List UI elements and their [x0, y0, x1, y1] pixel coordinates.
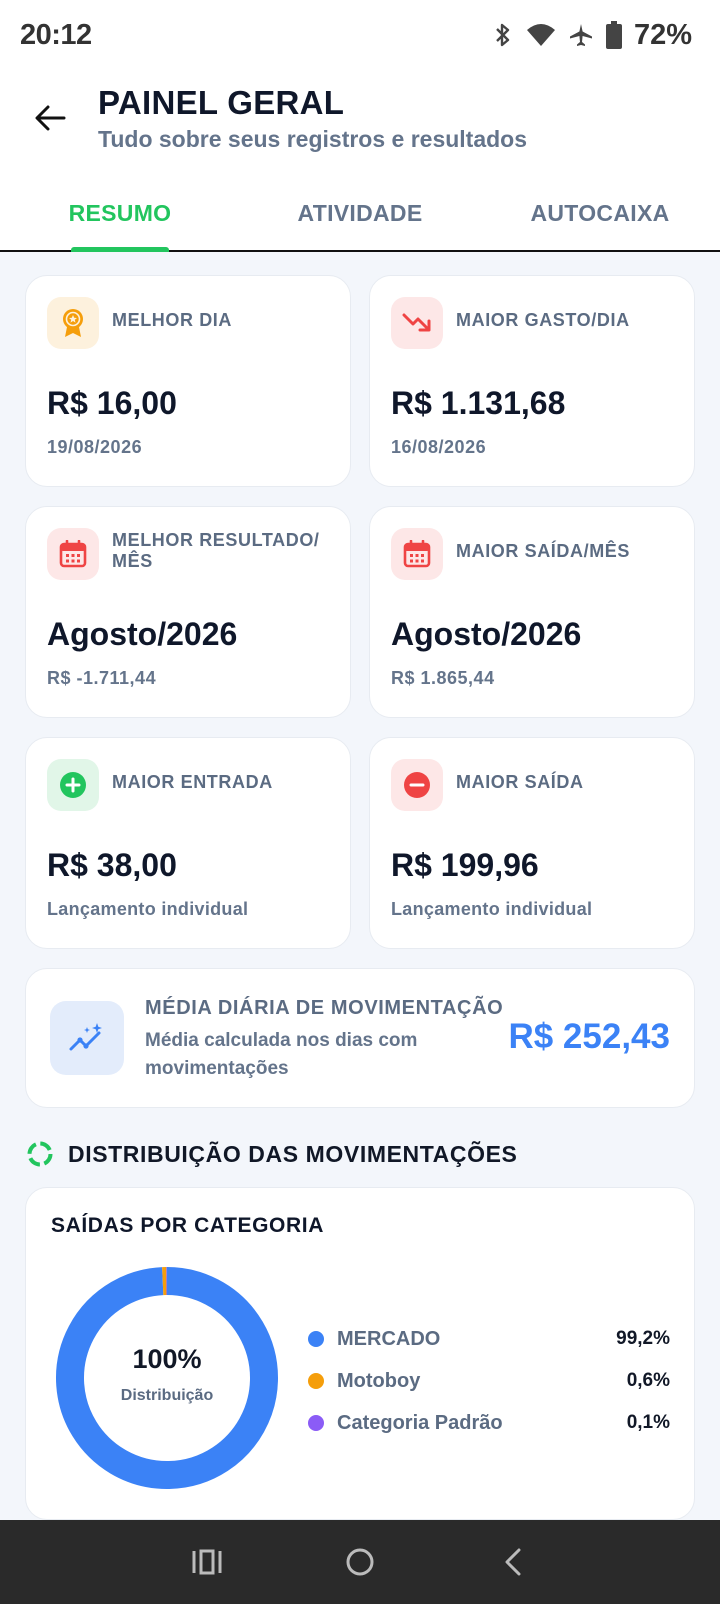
legend-item-categoria-padrao[interactable]: Categoria Padrão 0,1%	[306, 1402, 670, 1444]
stat-label: MAIOR GASTO/DIA	[456, 310, 630, 330]
stat-label: MAIOR SAÍDA	[456, 772, 584, 792]
distribution-card-title: SAÍDAS POR CATEGORIA	[51, 1214, 324, 1237]
calendar-icon	[403, 540, 431, 568]
stat-value: Agosto/2026	[391, 616, 582, 652]
stat-icon-box	[391, 528, 443, 580]
page-title: PAINEL GERAL	[98, 84, 345, 121]
home-button[interactable]	[330, 1532, 390, 1592]
legend-label: Motoboy	[337, 1369, 421, 1392]
legend-value: 0,1%	[626, 1412, 670, 1433]
chart-sparkle-icon	[69, 1023, 102, 1051]
stat-card-biggest-outflow-month[interactable]: MAIOR SAÍDA/MÊS Agosto/2026 R$ 1.865,44	[369, 506, 695, 718]
legend-item-mercado[interactable]: MERCADO 99,2%	[306, 1318, 670, 1360]
stat-value: R$ 16,00	[47, 385, 177, 421]
distribution-section-header: DISTRIBUIÇÃO DAS MOVIMENTAÇÕES	[26, 1140, 517, 1168]
stat-label: MAIOR SAÍDA/MÊS	[456, 541, 631, 561]
legend-label: MERCADO	[337, 1327, 441, 1350]
stat-date: 16/08/2026	[391, 437, 487, 457]
stat-card-biggest-expense-day[interactable]: MAIOR GASTO/DIA R$ 1.131,68 16/08/2026	[369, 275, 695, 487]
stat-icon-box	[391, 759, 443, 811]
stat-icon-box	[47, 759, 99, 811]
stat-icon-box	[47, 528, 99, 580]
legend-dot	[308, 1331, 324, 1347]
stat-label: MELHOR DIA	[112, 310, 232, 330]
minus-circle-icon	[404, 772, 430, 798]
plus-circle-icon	[60, 772, 86, 798]
stat-amount: R$ 1.865,44	[391, 668, 495, 688]
status-bar: 20:12 72%	[0, 0, 720, 70]
stat-date: 19/08/2026	[47, 437, 143, 457]
page-subtitle: Tudo sobre seus registros e resultados	[98, 126, 528, 152]
stat-label: MELHOR RESULTADO/ MÊS	[112, 530, 320, 571]
stat-card-best-month[interactable]: MELHOR RESULTADO/ MÊS Agosto/2026 R$ -1.…	[25, 506, 351, 718]
calendar-icon	[59, 540, 87, 568]
stat-card-biggest-income[interactable]: MAIOR ENTRADA R$ 38,00 Lançamento indivi…	[25, 737, 351, 949]
tab-bar: RESUMO ATIVIDADE AUTOCAIXA	[0, 176, 720, 252]
app-header: PAINEL GERAL Tudo sobre seus registros e…	[0, 70, 720, 176]
tab-indicator	[71, 247, 169, 252]
donut-center-caption: Distribuição	[120, 1386, 214, 1404]
legend-dot	[308, 1415, 324, 1431]
donut-center: 100% Distribuição	[54, 1265, 280, 1491]
trending-down-icon	[402, 313, 431, 332]
section-title: DISTRIBUIÇÃO DAS MOVIMENTAÇÕES	[68, 1140, 518, 1167]
average-title: MÉDIA DIÁRIA DE MOVIMENTAÇÃO	[145, 997, 504, 1019]
status-time: 20:12	[20, 18, 92, 51]
daily-average-card[interactable]: MÉDIA DIÁRIA DE MOVIMENTAÇÃO Média calcu…	[25, 968, 695, 1108]
tab-autocaixa[interactable]: AUTOCAIXA	[480, 176, 720, 250]
stat-amount: R$ -1.711,44	[47, 668, 157, 688]
stat-value: R$ 38,00	[47, 847, 177, 883]
average-icon-box	[50, 1001, 124, 1075]
legend-value: 0,6%	[626, 1370, 670, 1391]
stat-note: Lançamento individual	[47, 899, 249, 919]
stat-label: MAIOR ENTRADA	[112, 772, 273, 792]
legend-dot	[308, 1373, 324, 1389]
stat-card-biggest-outflow[interactable]: MAIOR SAÍDA R$ 199,96 Lançamento individ…	[369, 737, 695, 949]
average-description: Média calculada nos dias com movimentaçõ…	[145, 1030, 418, 1079]
airplane-icon	[569, 24, 592, 46]
stat-value: Agosto/2026	[47, 616, 238, 652]
category-distribution-card: SAÍDAS POR CATEGORIA 100% Distribuição M…	[25, 1187, 695, 1520]
recent-apps-button[interactable]	[177, 1532, 237, 1592]
legend-value: 99,2%	[616, 1328, 670, 1349]
bluetooth-icon	[496, 23, 510, 47]
recent-apps-icon	[192, 1549, 222, 1575]
stat-icon-box	[47, 297, 99, 349]
system-nav-bar	[0, 1520, 720, 1604]
battery-icon	[605, 21, 622, 49]
back-icon	[505, 1548, 521, 1576]
tab-atividade[interactable]: ATIVIDADE	[240, 176, 480, 250]
system-back-button[interactable]	[483, 1532, 543, 1592]
donut-center-value: 100%	[132, 1343, 202, 1374]
battery-percent: 72%	[633, 18, 692, 51]
donut-icon	[27, 1141, 53, 1167]
legend-item-motoboy[interactable]: Motoboy 0,6%	[306, 1360, 670, 1402]
back-button[interactable]	[28, 96, 72, 140]
stat-icon-box	[391, 297, 443, 349]
stat-card-best-day[interactable]: MELHOR DIA R$ 16,00 19/08/2026	[25, 275, 351, 487]
medal-icon	[63, 309, 83, 337]
stat-value: R$ 199,96	[391, 847, 539, 883]
legend-label: Categoria Padrão	[337, 1411, 503, 1434]
stat-value: R$ 1.131,68	[391, 385, 566, 421]
distribution-legend: MERCADO 99,2% Motoboy 0,6% Categoria Pad…	[306, 1318, 670, 1444]
wifi-icon	[526, 24, 555, 46]
tab-resumo[interactable]: RESUMO	[0, 176, 240, 250]
arrow-left-icon	[35, 105, 66, 131]
average-value: R$ 252,43	[508, 1017, 670, 1056]
status-icons: 72%	[492, 19, 692, 52]
home-icon	[346, 1548, 374, 1576]
stat-note: Lançamento individual	[391, 899, 593, 919]
